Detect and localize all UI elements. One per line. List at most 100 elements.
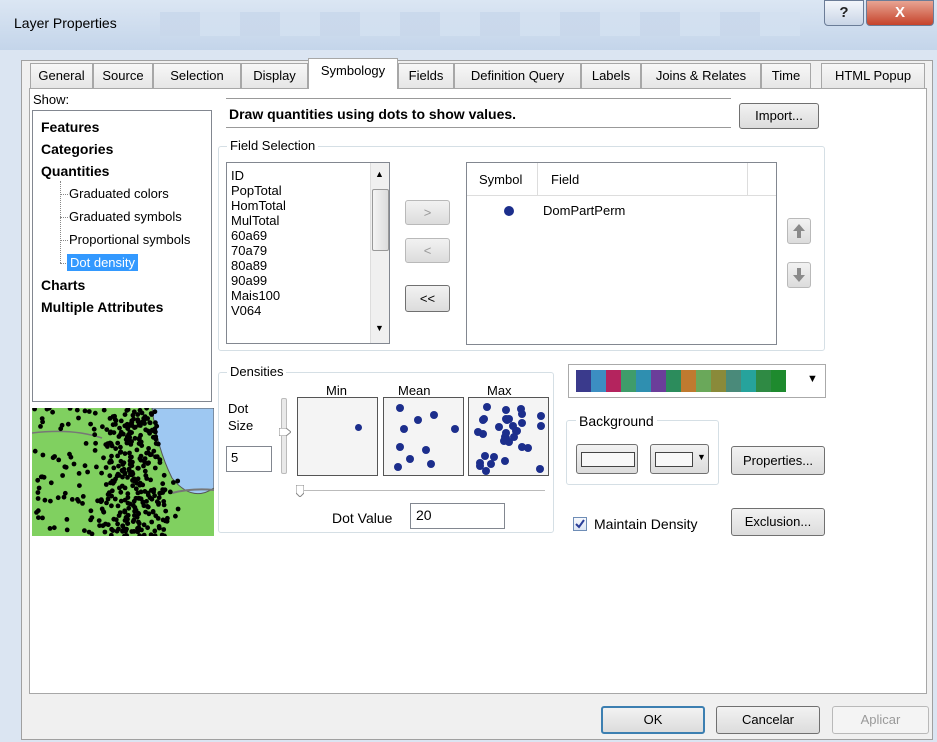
- tab-symbology[interactable]: Symbology: [308, 58, 398, 89]
- preview-map: [32, 408, 214, 536]
- map-dot: [118, 498, 124, 504]
- map-dot: [135, 412, 141, 417]
- map-dot: [115, 503, 121, 509]
- map-dot: [82, 528, 87, 533]
- maintain-density-checkbox[interactable]: [573, 517, 587, 531]
- map-dot: [127, 462, 133, 467]
- field-list-scrollbar[interactable]: ▲ ▼: [370, 163, 389, 343]
- field-list-item[interactable]: V064: [231, 303, 286, 318]
- tab-time[interactable]: Time: [761, 63, 811, 88]
- map-dot: [127, 431, 133, 436]
- density-dot: [502, 429, 510, 437]
- map-dot: [145, 461, 151, 466]
- density-slider-track[interactable]: [300, 490, 545, 491]
- tree-item-quantities[interactable]: Quantities: [41, 163, 109, 179]
- tab-fields[interactable]: Fields: [398, 63, 454, 88]
- table-row[interactable]: DomPartPerm: [467, 201, 776, 221]
- tab-source[interactable]: Source: [93, 63, 153, 88]
- field-list-item[interactable]: ID: [231, 168, 286, 183]
- dot-size-slider-thumb[interactable]: [278, 424, 292, 437]
- density-dot: [503, 416, 511, 424]
- field-list-item[interactable]: 90a99: [231, 273, 286, 288]
- apply-button[interactable]: Aplicar: [832, 706, 929, 734]
- tree-item-graduated-colors[interactable]: Graduated colors: [69, 186, 169, 201]
- density-dot: [483, 403, 491, 411]
- tab-display[interactable]: Display: [241, 63, 308, 88]
- field-list-item[interactable]: PopTotal: [231, 183, 286, 198]
- density-slider-thumb[interactable]: [295, 484, 305, 498]
- title-bar[interactable]: [0, 0, 937, 50]
- dot-size-input[interactable]: 5: [226, 446, 272, 472]
- tree-item-features[interactable]: Features: [41, 119, 99, 135]
- map-dot: [160, 490, 166, 495]
- column-header-symbol[interactable]: Symbol: [479, 172, 522, 187]
- tab-joins-relates[interactable]: Joins & Relates: [641, 63, 761, 88]
- map-dot: [107, 473, 113, 479]
- maintain-density-label[interactable]: Maintain Density: [594, 516, 698, 532]
- tab-definition-query[interactable]: Definition Query: [454, 63, 581, 88]
- field-list-item[interactable]: 80a89: [231, 258, 286, 273]
- tree-item-dot-density[interactable]: Dot density: [67, 254, 139, 271]
- remove-all-fields-button[interactable]: <<: [405, 285, 450, 312]
- close-button[interactable]: X: [866, 0, 934, 26]
- field-list-item[interactable]: MulTotal: [231, 213, 286, 228]
- map-dot: [95, 498, 100, 504]
- scroll-up-arrow-icon[interactable]: ▲: [375, 169, 384, 179]
- map-dot: [161, 527, 167, 532]
- show-tree[interactable]: Features Categories Quantities Graduated…: [32, 110, 212, 402]
- field-list-item[interactable]: 70a79: [231, 243, 286, 258]
- color-swatch: [756, 370, 771, 392]
- color-swatch: [711, 370, 726, 392]
- map-dot: [133, 507, 139, 513]
- tab-selection[interactable]: Selection: [153, 63, 241, 88]
- color-scheme-dropdown[interactable]: ▼: [568, 364, 826, 398]
- map-dot: [36, 485, 42, 491]
- map-dot: [67, 451, 72, 457]
- tree-item-proportional-symbols[interactable]: Proportional symbols: [69, 232, 190, 247]
- column-header-field[interactable]: Field: [551, 172, 579, 187]
- help-button[interactable]: ?: [824, 0, 864, 26]
- tree-item-charts[interactable]: Charts: [41, 277, 85, 293]
- cancel-button[interactable]: Cancelar: [716, 706, 820, 734]
- dot-symbol-icon: [504, 206, 514, 216]
- map-dot: [101, 509, 106, 514]
- map-dot: [118, 444, 123, 450]
- tree-item-categories[interactable]: Categories: [41, 141, 113, 157]
- field-list-item[interactable]: 60a69: [231, 228, 286, 243]
- exclusion-button[interactable]: Exclusion...: [731, 508, 825, 536]
- map-dot: [129, 439, 134, 444]
- background-fill-button[interactable]: ▼: [650, 444, 709, 474]
- add-field-button[interactable]: >: [405, 200, 450, 225]
- field-list-item[interactable]: HomTotal: [231, 198, 286, 213]
- background-line-button[interactable]: [576, 444, 638, 474]
- move-up-button[interactable]: [787, 218, 811, 244]
- move-down-button[interactable]: [787, 262, 811, 288]
- tab-html-popup[interactable]: HTML Popup: [821, 63, 925, 88]
- map-dot: [111, 516, 117, 522]
- tree-item-multiple-attributes[interactable]: Multiple Attributes: [41, 299, 163, 315]
- color-swatch: [591, 370, 606, 392]
- map-dot: [40, 419, 45, 425]
- tab-general[interactable]: General: [30, 63, 93, 88]
- scroll-down-arrow-icon[interactable]: ▼: [375, 323, 384, 333]
- density-dot: [480, 415, 488, 423]
- tab-labels[interactable]: Labels: [581, 63, 641, 88]
- map-dot: [161, 502, 167, 508]
- map-dot: [117, 425, 122, 431]
- remove-field-button[interactable]: <: [405, 238, 450, 263]
- import-button[interactable]: Import...: [739, 103, 819, 129]
- field-list[interactable]: ID PopTotal HomTotal MulTotal 60a69 70a79 80a8…: [226, 162, 390, 344]
- properties-button[interactable]: Properties...: [731, 446, 825, 475]
- map-dot: [75, 497, 80, 502]
- scroll-thumb[interactable]: [372, 189, 389, 251]
- density-dot: [537, 422, 545, 430]
- field-list-item[interactable]: Mais100: [231, 288, 286, 303]
- ok-button[interactable]: OK: [601, 706, 705, 734]
- selected-fields-table[interactable]: Symbol Field DomPartPerm: [466, 162, 777, 345]
- show-label: Show:: [33, 92, 70, 107]
- color-swatch: [651, 370, 666, 392]
- dot-size-slider[interactable]: [281, 398, 287, 474]
- dot-value-input[interactable]: 20: [410, 503, 505, 529]
- tree-item-graduated-symbols[interactable]: Graduated symbols: [69, 209, 182, 224]
- map-dot: [113, 418, 119, 423]
